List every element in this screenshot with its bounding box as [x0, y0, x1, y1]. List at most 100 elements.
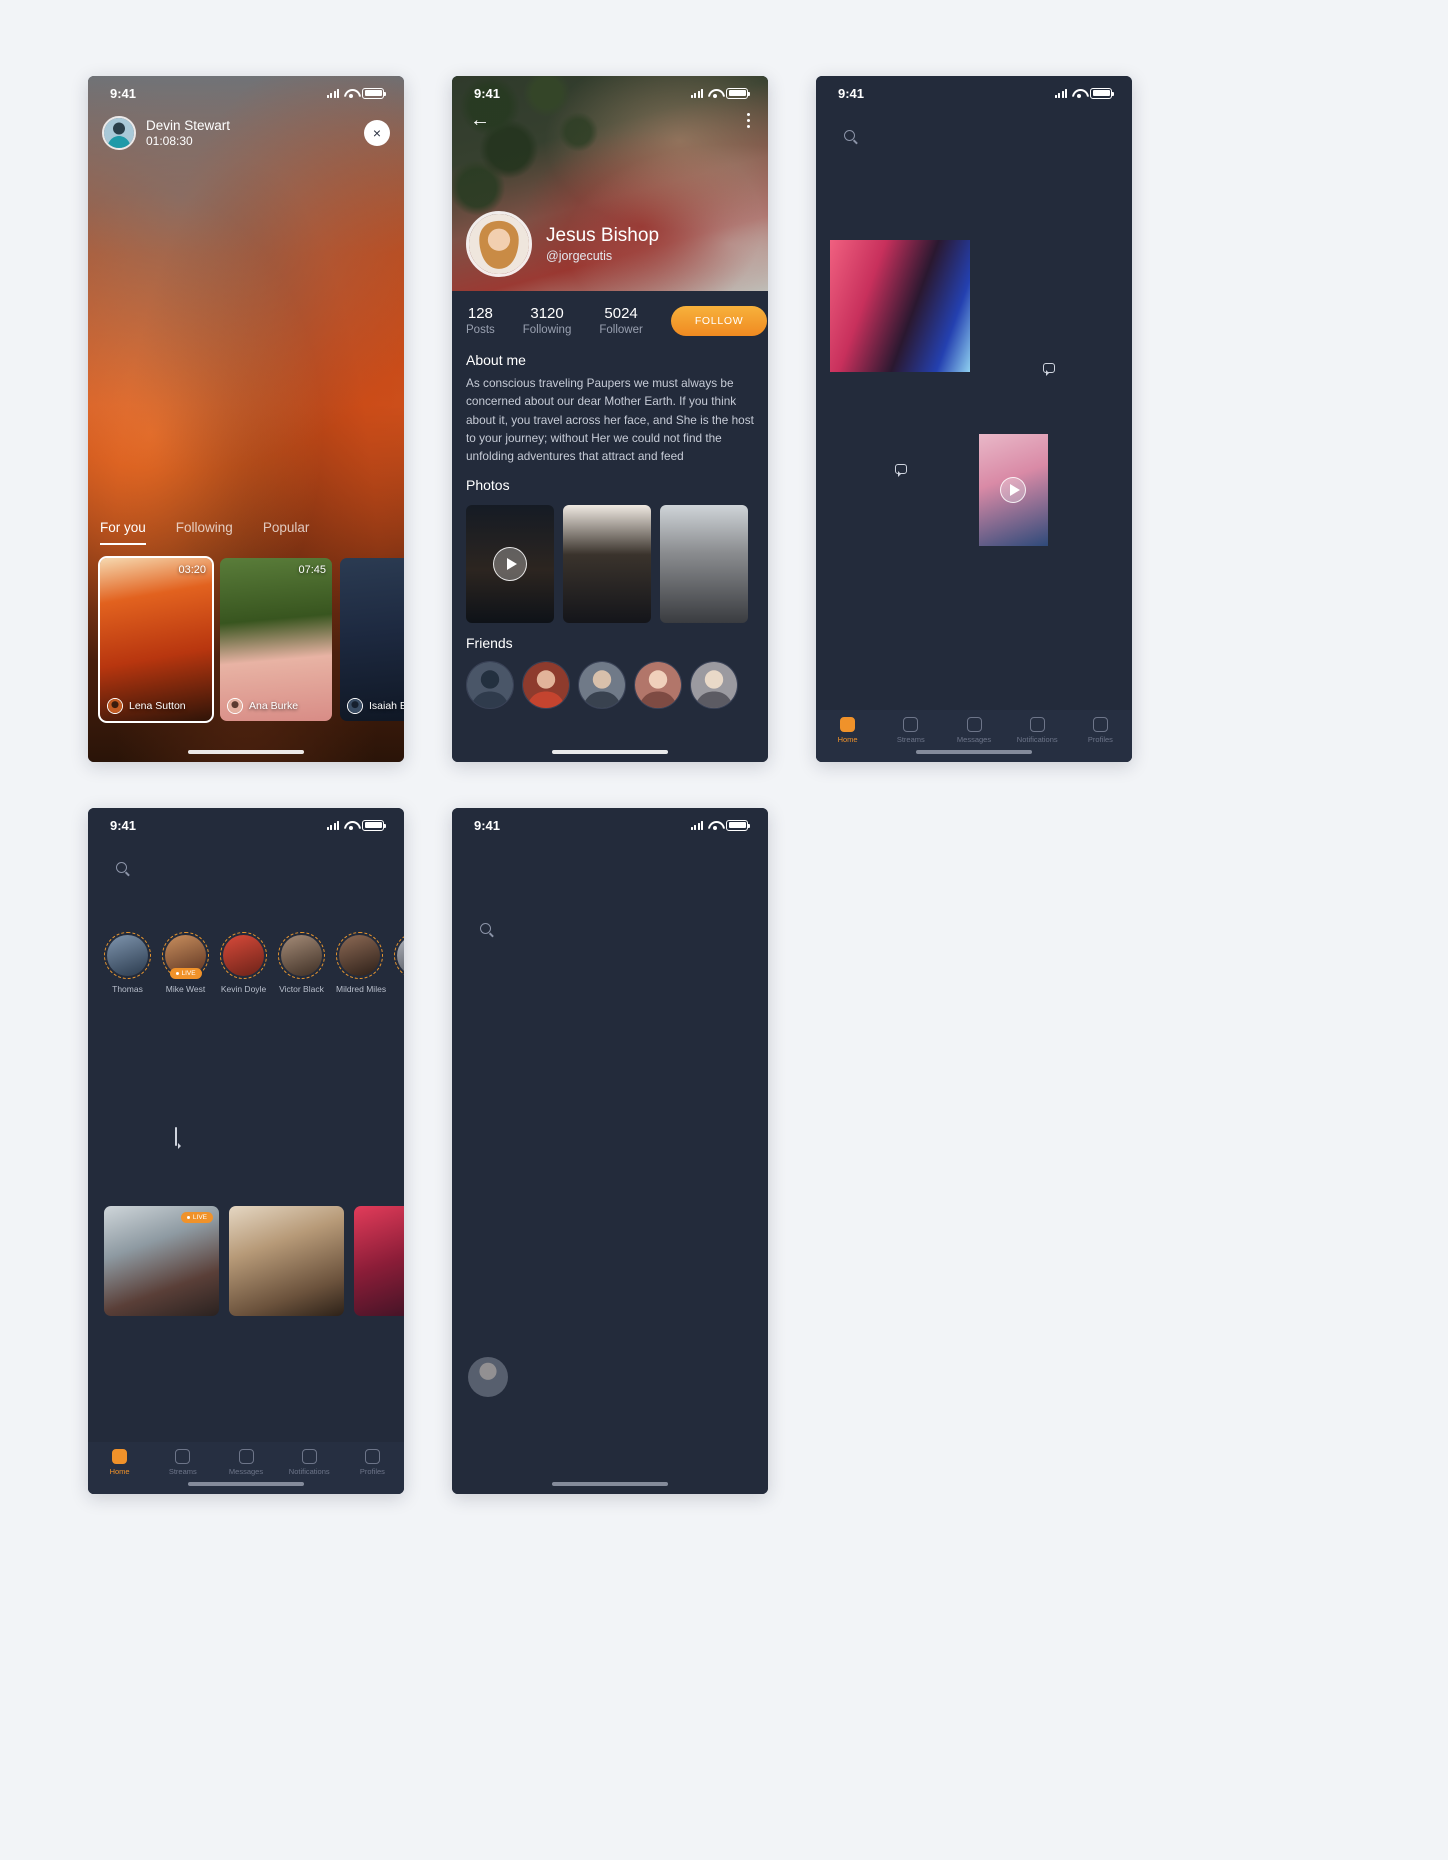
live-user-info: Devin Stewart 01:08:30 — [146, 118, 230, 148]
profile-identity: Jesus Bishop @jorgecutis — [452, 211, 768, 277]
nav-label: Streams — [168, 1467, 197, 1476]
bottom-nav: Home Streams Messages Notifications Prof… — [816, 710, 1132, 762]
tab-popular[interactable]: Popular — [263, 520, 310, 545]
friend-avatar[interactable] — [578, 661, 626, 710]
story-item[interactable]: Kevin Doyle — [220, 932, 267, 994]
comment-icon — [1043, 363, 1056, 377]
profile-name-block: Jesus Bishop @jorgecutis — [546, 225, 659, 263]
live-badge: LIVE — [180, 1211, 213, 1223]
back-arrow-icon[interactable]: ← — [470, 110, 490, 130]
person-icon — [364, 1449, 380, 1464]
event-image — [354, 1205, 404, 1316]
nav-profiles[interactable]: Profiles — [341, 1449, 404, 1476]
nav-notifications[interactable]: Notifications — [1006, 717, 1069, 744]
profile-stats: 128 Posts 3120 Following 5024 Follower F… — [452, 291, 768, 340]
story-ring — [394, 932, 404, 979]
streams-icon — [175, 1449, 191, 1464]
nav-profiles[interactable]: Profiles — [1069, 717, 1132, 744]
video-duration: 03:20 — [178, 564, 206, 576]
video-card[interactable]: 03:20 Lena Sutton — [98, 556, 214, 723]
nav-label: Home — [109, 1467, 130, 1476]
friend-avatar[interactable] — [690, 661, 738, 710]
story-label: Mike West — [165, 984, 206, 994]
avatar[interactable] — [102, 116, 136, 150]
bottom-nav: Home Streams Messages Notifications Prof… — [88, 1442, 404, 1494]
nav-messages[interactable]: Messages — [942, 717, 1005, 744]
nav-notifications[interactable]: Notifications — [278, 1449, 341, 1476]
friend-list — [452, 657, 768, 710]
tab-for-you[interactable]: For you — [100, 520, 146, 545]
nav-label: Home — [837, 735, 858, 744]
story-ring — [104, 932, 151, 979]
search-icon — [480, 922, 491, 934]
battery-icon — [362, 819, 386, 831]
photo-item[interactable] — [466, 505, 554, 624]
avatar[interactable] — [466, 211, 532, 277]
status-bar: 9:41 — [816, 76, 1132, 110]
story-item[interactable]: Mildred Miles — [336, 932, 386, 994]
nav-label: Notifications — [1016, 735, 1058, 744]
messages-icon — [966, 717, 982, 732]
photos-title: Photos — [466, 477, 510, 494]
video-card[interactable]: Isaiah Bell — [340, 558, 404, 721]
event-image — [229, 1205, 344, 1316]
story-item[interactable]: Victor Black — [278, 932, 325, 994]
status-time: 9:41 — [110, 85, 137, 101]
avatar — [107, 698, 123, 714]
follow-button[interactable]: FOLLOW — [670, 305, 768, 336]
nav-home[interactable]: Home — [816, 717, 879, 744]
avatar-image — [104, 118, 134, 148]
home-indicator — [552, 1482, 668, 1486]
status-icons — [326, 87, 386, 99]
close-icon[interactable]: × — [364, 120, 390, 146]
post-image[interactable] — [830, 240, 970, 372]
story-list: Thomas LIVE Mike West Kevin Doyle Victor… — [88, 926, 404, 994]
list-item[interactable] — [452, 1348, 768, 1406]
stat-follower[interactable]: 5024 Follower — [599, 305, 642, 336]
home-page — [88, 808, 404, 1494]
video-card[interactable]: 07:45 Ana Burke — [220, 558, 332, 721]
status-time: 9:41 — [110, 817, 137, 833]
status-icons — [326, 819, 386, 831]
home-icon — [840, 717, 856, 732]
friend-avatar[interactable] — [466, 661, 514, 710]
play-icon[interactable] — [1000, 477, 1027, 504]
post-image[interactable] — [978, 434, 1049, 547]
stat-posts[interactable]: 128 Posts — [466, 305, 495, 336]
signal-icon — [1054, 88, 1067, 98]
wifi-icon — [344, 88, 357, 98]
video-author: Lena Sutton — [107, 698, 186, 714]
person-icon — [1092, 717, 1108, 732]
friends-title: Friends — [466, 635, 513, 652]
story-item[interactable]: LIVE Mike West — [162, 932, 209, 994]
nav-home[interactable]: Home — [88, 1449, 151, 1476]
stat-following[interactable]: 3120 Following — [523, 305, 572, 336]
about-me-text: As conscious traveling Paupers we must a… — [466, 376, 754, 464]
live-label: LIVE — [181, 970, 196, 977]
photo-item[interactable] — [660, 505, 748, 624]
story-item[interactable]: Jane — [394, 932, 404, 994]
video-author-name: Isaiah Bell — [369, 700, 404, 712]
video-author: Ana Burke — [227, 698, 298, 714]
avatar-image — [469, 214, 529, 274]
kebab-menu-icon[interactable] — [747, 112, 750, 128]
stat-value: 5024 — [604, 305, 638, 322]
live-badge: LIVE — [169, 968, 202, 979]
video-author-name: Lena Sutton — [129, 700, 186, 712]
tab-following[interactable]: Following — [176, 520, 233, 545]
video-duration: 07:45 — [298, 564, 326, 576]
story-ring — [220, 932, 267, 979]
home-indicator — [916, 750, 1032, 754]
wifi-icon — [708, 88, 721, 98]
friend-avatar[interactable] — [522, 661, 570, 710]
photo-item[interactable] — [563, 505, 651, 624]
stat-value: 3120 — [530, 305, 564, 322]
nav-messages[interactable]: Messages — [214, 1449, 277, 1476]
screen-home: 9:41 Search + Stories View all Thomas LI… — [88, 808, 404, 1494]
friend-avatar[interactable] — [634, 661, 682, 710]
play-icon[interactable] — [493, 547, 527, 582]
status-bar: 9:41 — [88, 808, 404, 842]
nav-streams[interactable]: Streams — [151, 1449, 214, 1476]
story-item[interactable]: Thomas — [104, 932, 151, 994]
nav-streams[interactable]: Streams — [879, 717, 942, 744]
